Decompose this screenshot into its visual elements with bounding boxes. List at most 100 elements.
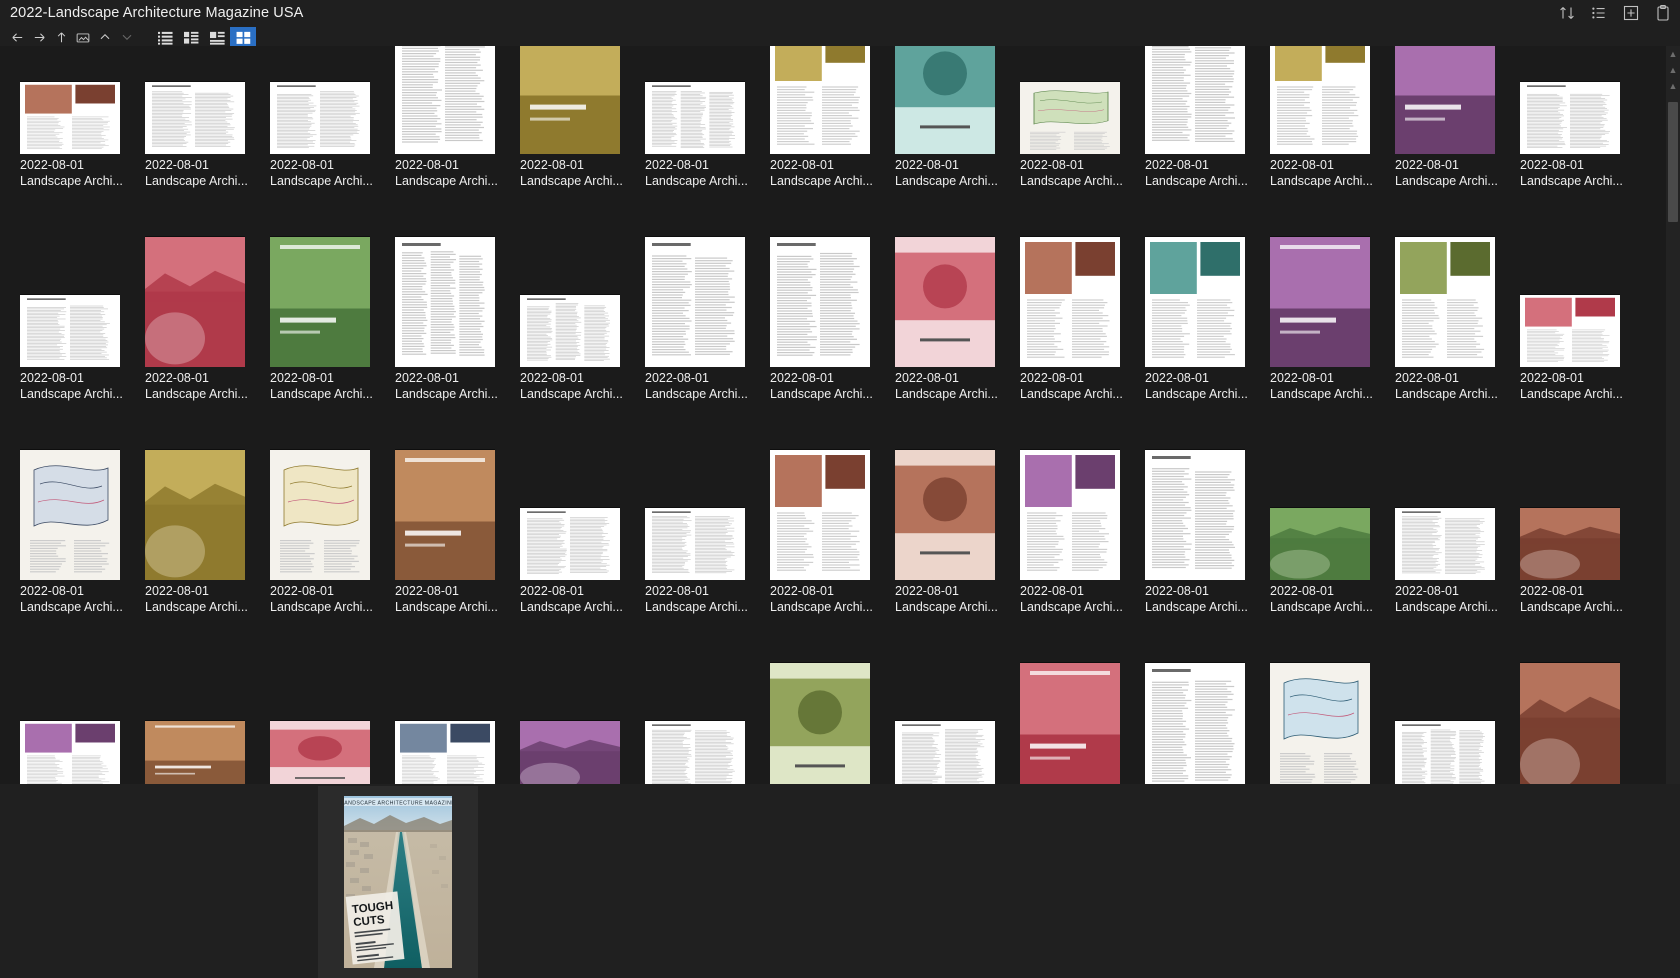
thumbnail-item[interactable]: 2022-08-01Landscape Archi...	[1516, 643, 1641, 784]
thumbnail-item[interactable]: 2022-08-01Landscape Archi...	[141, 46, 266, 217]
thumbnail-item[interactable]: 2022-08-01Landscape Archi...	[16, 643, 141, 784]
thumbnail-item[interactable]: 2022-08-01Landscape Archi...	[1266, 430, 1391, 643]
thumbnail-item[interactable]: 2022-08-01Landscape Archi...	[1016, 46, 1141, 217]
thumbnail-item[interactable]: 2022-08-01Landscape Archi...	[1141, 430, 1266, 643]
thumbnail-item[interactable]: 2022-08-01Landscape Archi...	[1391, 430, 1516, 643]
thumbnail-item[interactable]: 2022-08-01Landscape Archi...	[641, 46, 766, 217]
thumbnail-item[interactable]: 2022-08-01 Landscape Archi...	[16, 217, 141, 430]
scroll-line-up-icon[interactable]: ▲	[1666, 78, 1680, 94]
thumbnail-item[interactable]: 2022-08-01Landscape Archi...	[766, 46, 891, 217]
preview-pane[interactable]: LANDSCAPE ARCHITECTURE MAGAZINE TOUGH CU…	[318, 786, 478, 978]
thumbnail-item[interactable]: 2022-08-01Landscape Archi...	[16, 46, 141, 217]
thumbnail-item[interactable]: 2022-08-01Landscape Archi...	[516, 46, 641, 217]
thumbnail-item[interactable]: 2022-08-01Landscape Archi...	[1266, 217, 1391, 430]
thumbnail-item[interactable]: 2022-08-01Landscape Archi...	[391, 430, 516, 643]
expand-chevron-icon[interactable]	[116, 27, 138, 47]
up-icon[interactable]	[50, 27, 72, 47]
thumbnail-item[interactable]: 2022-08-01Landscape Archi...	[141, 643, 266, 784]
thumbnail-item[interactable]: 2022-08-01Landscape Archi...	[516, 643, 641, 784]
thumbnail-name-label: Landscape Archi...	[645, 600, 748, 614]
thumbnail-item[interactable]: 2022-08-01Landscape Archi...	[891, 46, 1016, 217]
scroll-up-icon[interactable]: ▲	[1666, 46, 1680, 62]
thumbnail-item[interactable]: 2022-08-01Landscape Archi...	[1016, 430, 1141, 643]
thumbnail-item[interactable]: 2022-08-01Landscape Archi...	[1266, 46, 1391, 217]
thumbnail-item[interactable]: 2022-08-01Landscape Archi...	[1516, 46, 1641, 217]
thumbnail-item[interactable]: 2022-08-01Landscape Archi...	[891, 643, 1016, 784]
thumbnail-item[interactable]: 2022-08-01Landscape Archi...	[1391, 643, 1516, 784]
thumbnail-item[interactable]: 2022-08-01 Landscape Archi...	[141, 217, 266, 430]
view-list-button[interactable]	[152, 27, 178, 47]
thumbnail-date-label: 2022-08-01	[520, 371, 584, 385]
thumbnail-date-label: 2022-08-01	[145, 371, 209, 385]
thumbnail-item[interactable]: 2022-08-01Landscape Archi...	[1016, 643, 1141, 784]
thumbnail-name-label: Landscape Archi...	[1020, 600, 1123, 614]
thumbnail-item[interactable]: 2022-08-01Landscape Archi...	[141, 430, 266, 643]
add-icon[interactable]	[1622, 4, 1640, 22]
thumbnail-name-label: Landscape Archi...	[20, 600, 123, 614]
thumbnail-item[interactable]: 2022-08-01Landscape Archi...	[266, 46, 391, 217]
vertical-scrollbar[interactable]: ▲ ▲ ▲	[1666, 46, 1680, 784]
thumbnail-item[interactable]: 2022-08-01Landscape Archi...	[266, 643, 391, 784]
thumbnail-item[interactable]: 2022-08-01Landscape Archi...	[1266, 643, 1391, 784]
thumbnail-date-label: 2022-08-01	[1145, 584, 1209, 598]
thumbnail-date-label: 2022-08-01	[770, 584, 834, 598]
thumbnail-item[interactable]: 2022-08-01Landscape Archi...	[516, 217, 641, 430]
thumbnail-item[interactable]: 2022-08-01Landscape Archi...	[1141, 217, 1266, 430]
thumbnail-item[interactable]: 2022-08-01Landscape Archi...	[891, 217, 1016, 430]
view-tiles-button[interactable]	[178, 27, 204, 47]
thumbnail-name-label: Landscape Archi...	[770, 600, 873, 614]
thumbnail-date-label: 2022-08-01	[520, 584, 584, 598]
folder-icon[interactable]	[72, 27, 94, 47]
view-content-button[interactable]	[204, 27, 230, 47]
thumbnail-item[interactable]: 2022-08-01Landscape Archi...	[391, 46, 516, 217]
thumbnail-item[interactable]: 2022-08-01Landscape Archi...	[1016, 217, 1141, 430]
thumbnail-date-label: 2022-08-01	[270, 158, 334, 172]
thumbnail-name-label: Landscape Archi...	[145, 387, 248, 401]
thumbnail-date-label: 2022-08-01	[1145, 371, 1209, 385]
thumbnail-item[interactable]: 2022-08-01Landscape Archi...	[1141, 46, 1266, 217]
thumbnail-grid-area[interactable]: 2022-08-01 Landscape Archi... 2022-08-01 La…	[0, 46, 1680, 784]
thumbnail-item[interactable]: 2022-08-01Landscape Archi...	[1516, 430, 1641, 643]
scrollbar-thumb[interactable]	[1668, 102, 1678, 222]
thumbnail-item[interactable]: 2022-08-01Landscape Archi...	[641, 430, 766, 643]
sort-icon[interactable]	[1558, 4, 1576, 22]
thumbnail-date-label: 2022-08-01	[20, 584, 84, 598]
thumbnail-item[interactable]: 2022-08-01Landscape Archi...	[266, 430, 391, 643]
back-icon[interactable]	[6, 27, 28, 47]
view-thumbnails-button[interactable]	[230, 27, 256, 47]
thumbnail-item[interactable]: 2022-08-01Landscape Archi...	[391, 217, 516, 430]
thumbnail-date-label: 2022-08-01	[1520, 158, 1584, 172]
forward-icon[interactable]	[28, 27, 50, 47]
thumbnail-item[interactable]: 2022-08-01 Landscape Archi...	[16, 430, 141, 643]
thumbnail-item[interactable]: 2022-08-01Landscape Archi...	[766, 643, 891, 784]
thumbnail-item[interactable]: 2022-08-01Landscape Archi...	[641, 217, 766, 430]
collapse-chevron-icon[interactable]	[94, 27, 116, 47]
toolbar-separator	[138, 27, 152, 47]
thumbnail-image	[1395, 645, 1495, 784]
thumbnail-item[interactable]: 2022-08-01 Landscape Archi...	[766, 430, 891, 643]
thumbnail-item[interactable]: 2022-08-01Landscape Archi...	[1391, 46, 1516, 217]
scroll-page-up-icon[interactable]: ▲	[1666, 62, 1680, 78]
thumbnail-date-label: 2022-08-01	[20, 371, 84, 385]
thumbnail-image	[1020, 645, 1120, 784]
thumbnail-date-label: 2022-08-01	[395, 584, 459, 598]
thumbnail-item[interactable]: 2022-08-01Landscape Archi...	[641, 643, 766, 784]
thumbnail-item[interactable]: 2022-08-01Landscape Archi...	[1516, 217, 1641, 430]
thumbnail-name-label: Landscape Archi...	[895, 387, 998, 401]
thumbnail-item[interactable]: 2022-08-01Landscape Archi...	[516, 430, 641, 643]
thumbnail-name-label: Landscape Archi...	[895, 600, 998, 614]
thumbnail-item[interactable]: 2022-08-01Landscape Archi...	[391, 643, 516, 784]
thumbnail-item[interactable]: 2022-08-01Landscape Archi...	[1391, 217, 1516, 430]
thumbnail-image	[270, 219, 370, 367]
thumbnail-image	[645, 219, 745, 367]
clipboard-icon[interactable]	[1654, 4, 1672, 22]
list-details-icon[interactable]	[1590, 4, 1608, 22]
thumbnail-item[interactable]: 2022-08-01Landscape Archi...	[891, 430, 1016, 643]
thumbnail-image	[1145, 219, 1245, 367]
thumbnail-name-label: Landscape Archi...	[20, 387, 123, 401]
thumbnail-item[interactable]: 2022-08-01Landscape Archi...	[266, 217, 391, 430]
thumbnail-item[interactable]: 2022-08-01Landscape Archi...	[1141, 643, 1266, 784]
thumbnail-name-label: Landscape Archi...	[645, 174, 748, 188]
thumbnail-item[interactable]: 2022-08-01Landscape Archi...	[766, 217, 891, 430]
thumbnail-image	[770, 432, 870, 580]
